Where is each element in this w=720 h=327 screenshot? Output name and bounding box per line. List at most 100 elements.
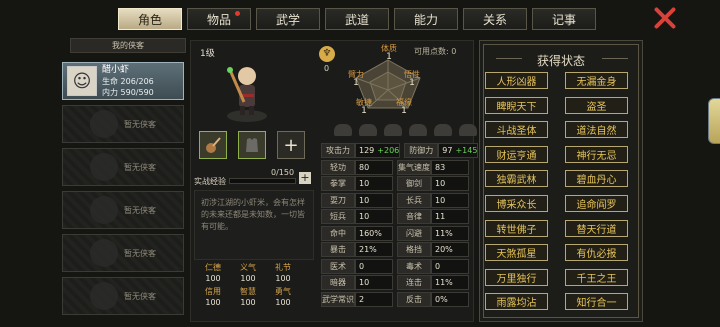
status-badge[interactable]: 天煞孤星 xyxy=(485,244,548,262)
stat-row: 武学常识 2 反击 0% xyxy=(321,291,469,308)
stat-cell: 命中 160% xyxy=(321,225,393,241)
stat-cell: 御剑 10 xyxy=(397,176,469,191)
status-badge[interactable]: 转世佛子 xyxy=(485,219,548,237)
stat-value: 11% xyxy=(431,275,469,290)
stat-base: 0% xyxy=(435,294,448,304)
stat-base: 10 xyxy=(359,278,370,287)
status-badge[interactable]: 独霸武林 xyxy=(485,170,548,188)
stat-row: 短兵 10 音律 11 xyxy=(321,209,469,225)
add-equip-button[interactable]: + xyxy=(277,131,305,159)
radar-label-1: 臂力 1 xyxy=(341,70,371,88)
weapon-slot[interactable] xyxy=(199,131,227,159)
stat-value: 0% xyxy=(431,291,469,307)
virtue-value: 100 xyxy=(240,298,256,307)
stat-base: 0 xyxy=(435,261,441,271)
stat-base: 97 xyxy=(442,146,453,155)
armor-slot[interactable] xyxy=(238,131,266,159)
tab-label: 关系 xyxy=(482,12,507,27)
stat-row: 命中 160% 闪避 11% xyxy=(321,225,469,242)
stat-value: 10 xyxy=(431,192,469,208)
status-badge[interactable]: 碧血丹心 xyxy=(565,170,628,188)
stat-base: 10 xyxy=(359,195,370,205)
stat-value: 10 xyxy=(355,176,393,191)
tab-0[interactable]: 角色 xyxy=(118,8,182,30)
stat-value: 0 xyxy=(431,258,469,274)
tab-2[interactable]: 武学 xyxy=(256,8,320,30)
hero-card-selected[interactable]: ☺ 醋小虾 生命 206/206 内力 590/590 xyxy=(62,62,184,100)
stat-key: 命中 xyxy=(321,225,355,241)
stat-value: 20% xyxy=(431,242,469,257)
status-badge[interactable]: 睥睨天下 xyxy=(485,96,548,114)
hero-card-empty[interactable]: 暂无侠客 xyxy=(62,234,184,272)
status-badge[interactable]: 千王之王 xyxy=(565,268,628,286)
radar-value: 1 xyxy=(353,78,359,88)
hero-hp: 生命 206/206 xyxy=(102,76,154,86)
empty-label: 暂无侠客 xyxy=(124,205,156,215)
stat-base: 20% xyxy=(435,245,453,254)
status-badge[interactable]: 雨露均沾 xyxy=(485,293,548,311)
stat-value: 10 xyxy=(431,176,469,191)
hero-card-empty[interactable]: 暂无侠客 xyxy=(62,277,184,315)
status-badge[interactable]: 替天行道 xyxy=(565,219,628,237)
virtue-value: 100 xyxy=(275,274,291,283)
empty-label: 暂无侠客 xyxy=(124,162,156,172)
tab-6[interactable]: 记事 xyxy=(532,8,596,30)
tab-5[interactable]: 关系 xyxy=(463,8,527,30)
stat-base: 10 xyxy=(359,212,370,221)
status-badge[interactable]: 无漏金身 xyxy=(565,72,628,89)
my-heroes-header: 我的侠客 xyxy=(70,38,186,53)
xp-plus-button[interactable]: + xyxy=(299,172,311,184)
stat-base: 160% xyxy=(359,228,382,238)
tab-1[interactable]: 物品 xyxy=(187,8,251,30)
hero-card-empty[interactable]: 暂无侠客 xyxy=(62,191,184,229)
side-tab[interactable] xyxy=(708,98,720,144)
stat-value: 160% xyxy=(355,225,393,241)
virtue-key: 礼节 xyxy=(275,263,291,272)
pipa-icon xyxy=(206,137,221,153)
coin-icon: ♆ xyxy=(319,46,335,62)
status-badge[interactable]: 神行无忌 xyxy=(565,145,628,163)
stat-value: 2 xyxy=(355,291,393,307)
status-badge[interactable]: 道法自然 xyxy=(565,121,628,139)
stat-bonus: +145 xyxy=(455,146,478,155)
stat-value: 97 +145 xyxy=(438,143,479,158)
tab-3[interactable]: 武道 xyxy=(325,8,389,30)
status-badge[interactable]: 盗圣 xyxy=(565,96,628,114)
status-badge[interactable]: 斗战圣体 xyxy=(485,121,548,139)
stat-cell: 音律 11 xyxy=(397,209,469,224)
status-badge[interactable]: 人形凶器 xyxy=(485,72,548,89)
status-badge[interactable]: 博采众长 xyxy=(485,195,548,212)
stat-base: 11% xyxy=(435,278,453,287)
empty-avatar-icon xyxy=(90,110,118,138)
virtue-value: 100 xyxy=(205,298,221,307)
stat-key: 暗器 xyxy=(321,275,355,290)
stat-row: 拳掌 10 御剑 10 xyxy=(321,176,469,192)
hero-card-empty[interactable]: 暂无侠客 xyxy=(62,148,184,186)
radar-label-2: 悟性 1 xyxy=(397,70,427,88)
skill-pips xyxy=(334,124,477,136)
virtue-value: 100 xyxy=(275,298,291,307)
hero-card-empty[interactable]: 暂无侠客 xyxy=(62,105,184,143)
radar-value: 1 xyxy=(409,78,415,88)
hero-mp: 内力 590/590 xyxy=(102,87,154,97)
status-badge[interactable]: 知行合一 xyxy=(565,293,628,311)
virtue-key: 勇气 xyxy=(275,287,291,296)
tab-4[interactable]: 能力 xyxy=(394,8,458,30)
stat-row: 耍刀 10 长兵 10 xyxy=(321,192,469,209)
virtue-2: 礼节 100 xyxy=(271,262,295,284)
status-badge[interactable]: 追命阎罗 xyxy=(565,195,628,212)
xp-bar xyxy=(229,178,296,184)
xp-label: 实战经验 xyxy=(194,177,226,186)
status-badge[interactable]: 有仇必报 xyxy=(565,244,628,262)
close-icon[interactable] xyxy=(652,6,678,30)
stats-table: 攻击力 129 +206 防御力 97 +145 轻功 80 集气速度 83 拳掌 10 御剑 10 耍刀 1… xyxy=(321,143,479,308)
tab-label: 能力 xyxy=(413,12,438,27)
status-badge[interactable]: 财运亨通 xyxy=(485,145,548,163)
status-badge[interactable]: 万里独行 xyxy=(485,268,548,286)
virtue-key: 信用 xyxy=(205,287,221,296)
empty-label: 暂无侠客 xyxy=(124,248,156,258)
stat-base: 10 xyxy=(435,179,446,188)
radar-value: 1 xyxy=(401,106,407,116)
stat-key: 医术 xyxy=(321,258,355,274)
stat-value: 10 xyxy=(355,192,393,208)
